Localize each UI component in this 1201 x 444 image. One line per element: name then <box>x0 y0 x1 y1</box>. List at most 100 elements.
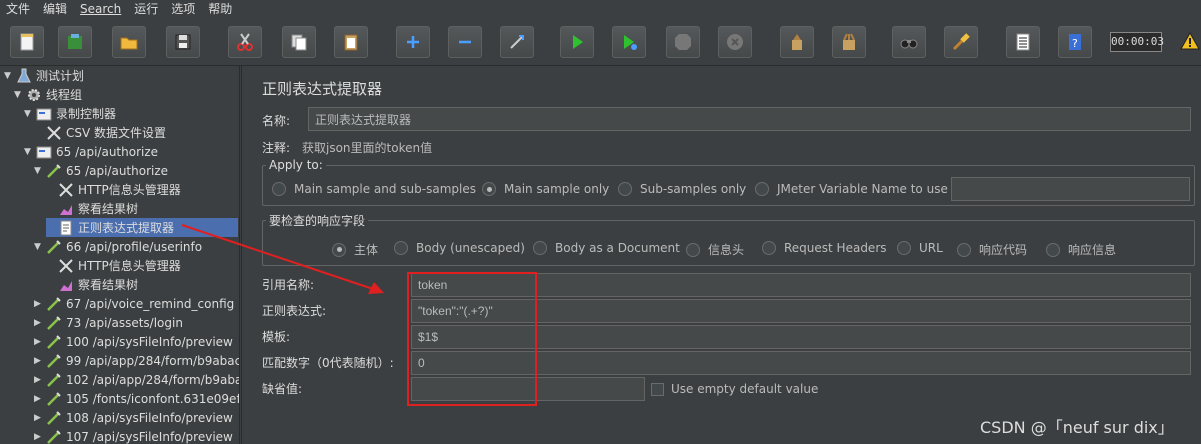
tree-item-sampler-105[interactable]: ▶ 105 /fonts/iconfont.631e09ef.w <box>34 389 239 408</box>
collapse-button[interactable] <box>448 26 482 58</box>
wrench-icon <box>58 258 74 274</box>
pipette-icon <box>46 353 62 369</box>
radio-response-code[interactable]: 响应代码 <box>957 241 1027 258</box>
regex-extractor-panel: 正则表达式提取器 名称: 注释: 获取json里面的token值 Apply t… <box>250 66 1201 444</box>
radio-label: JMeter Variable Name to use <box>777 182 948 196</box>
tree-item-sampler-100[interactable]: ▶ 100 /api/sysFileInfo/preview <box>34 332 233 351</box>
radio-dot-icon <box>533 241 547 255</box>
warning-icon[interactable] <box>1180 32 1200 50</box>
highlight-box <box>407 272 537 406</box>
new-button[interactable] <box>10 26 44 58</box>
menu-help[interactable]: 帮助 <box>202 0 239 18</box>
expanded-arrow-icon[interactable]: ▼ <box>24 109 34 119</box>
expanded-arrow-icon[interactable]: ▼ <box>14 90 24 100</box>
radio-label: Body (unescaped) <box>416 241 525 255</box>
radio-url[interactable]: URL <box>897 241 943 255</box>
tree-item-sampler-102[interactable]: ▶ 102 /api/app/284/form/b9abac <box>34 370 239 389</box>
radio-label: Body as a Document <box>555 241 680 255</box>
tree-item-results-tree[interactable]: 察看结果树 <box>46 199 138 218</box>
start-no-pause-button[interactable] <box>612 26 646 58</box>
clear-button[interactable] <box>780 26 814 58</box>
tree-item-label: 99 /api/app/284/form/b9abac6 <box>66 353 240 368</box>
menu-search[interactable]: Search <box>74 0 128 18</box>
tree-item-sampler-userinfo[interactable]: ▼ 66 /api/profile/userinfo <box>34 237 202 256</box>
use-empty-default-checkbox[interactable] <box>651 383 664 396</box>
search-button[interactable] <box>892 26 926 58</box>
radio-label: Request Headers <box>784 241 887 255</box>
function-helper-button[interactable] <box>1006 26 1040 58</box>
radio-headers[interactable]: 信息头 <box>686 241 744 258</box>
tree-item-header-manager[interactable]: HTTP信息头管理器 <box>46 180 181 199</box>
menu-options[interactable]: 选项 <box>165 0 202 18</box>
radio-label: URL <box>919 241 943 255</box>
default-value-label: 缺省值: <box>262 382 303 396</box>
collapsed-arrow-icon[interactable]: ▶ <box>34 299 44 309</box>
tree-item-sampler-authorize[interactable]: ▼ 65 /api/authorize <box>34 161 168 180</box>
tree-item-thread-group[interactable]: ▼ 线程组 <box>14 85 82 104</box>
copy-button[interactable] <box>282 26 316 58</box>
open-button[interactable] <box>112 26 146 58</box>
toggle-button[interactable] <box>500 26 534 58</box>
menu-bar: 文件 编辑 Search 运行 选项 帮助 <box>0 0 1201 18</box>
jmeter-variable-field[interactable] <box>951 177 1190 201</box>
template-label: 模板: <box>262 330 291 344</box>
paste-button[interactable] <box>334 26 368 58</box>
comment-field[interactable]: 获取json里面的token值 <box>302 139 432 156</box>
start-button[interactable] <box>560 26 594 58</box>
search-icon <box>900 39 918 49</box>
expanded-arrow-icon[interactable]: ▼ <box>24 147 34 157</box>
radio-label: Main sample only <box>504 182 610 196</box>
expand-button[interactable] <box>396 26 430 58</box>
radio-body-unescaped[interactable]: Body (unescaped) <box>394 241 525 255</box>
templates-button[interactable] <box>58 26 92 58</box>
tree-item-controller-authorize[interactable]: ▼ 65 /api/authorize <box>24 142 158 161</box>
radio-main-only[interactable]: Main sample only <box>482 182 609 196</box>
collapsed-arrow-icon[interactable]: ▶ <box>34 394 44 404</box>
tree-item-recording-controller[interactable]: ▼ 录制控制器 <box>24 104 116 123</box>
radio-jmeter-variable[interactable]: JMeter Variable Name to use <box>755 182 948 196</box>
tree-item-results-tree-2[interactable]: 察看结果树 <box>46 275 138 294</box>
expanded-arrow-icon[interactable]: ▼ <box>34 166 44 176</box>
collapsed-arrow-icon[interactable]: ▶ <box>34 337 44 347</box>
radio-request-headers[interactable]: Request Headers <box>762 241 887 255</box>
menu-run[interactable]: 运行 <box>128 0 165 18</box>
cut-button[interactable] <box>228 26 262 58</box>
radio-label: 信息头 <box>708 243 745 257</box>
radio-body-as-document[interactable]: Body as a Document <box>533 241 680 255</box>
tree-item-sampler-73[interactable]: ▶ 73 /api/assets/login <box>34 313 183 332</box>
radio-dot-icon <box>618 182 632 196</box>
expanded-arrow-icon[interactable]: ▼ <box>4 71 14 81</box>
help-button[interactable]: ? <box>1058 26 1092 58</box>
start-icon <box>573 35 583 49</box>
radio-main-and-sub[interactable]: Main sample and sub-samples <box>272 182 476 196</box>
name-label: 名称: <box>262 114 291 128</box>
name-field[interactable] <box>308 107 1191 131</box>
tree-item-header-manager-2[interactable]: HTTP信息头管理器 <box>46 256 181 275</box>
clear-all-button[interactable] <box>832 26 866 58</box>
tree-item-test-plan[interactable]: ▼ 测试计划 <box>4 66 84 85</box>
tree-item-sampler-107[interactable]: ▶ 107 /api/sysFileInfo/preview <box>34 427 233 444</box>
reset-search-button[interactable] <box>944 26 978 58</box>
menu-file[interactable]: 文件 <box>0 0 37 18</box>
menu-edit[interactable]: 编辑 <box>37 0 74 18</box>
save-button[interactable] <box>166 26 200 58</box>
collapsed-arrow-icon[interactable]: ▶ <box>34 375 44 385</box>
radio-response-message[interactable]: 响应信息 <box>1046 241 1116 258</box>
collapsed-arrow-icon[interactable]: ▶ <box>34 356 44 366</box>
radio-dot-icon <box>272 182 286 196</box>
shutdown-button[interactable] <box>718 26 752 58</box>
help-icon: ? <box>1069 34 1081 50</box>
tree-item-label: 73 /api/assets/login <box>66 315 183 330</box>
radio-dot-icon <box>394 241 408 255</box>
stop-button[interactable] <box>666 26 700 58</box>
collapsed-arrow-icon[interactable]: ▶ <box>34 413 44 423</box>
tree-item-label: HTTP信息头管理器 <box>78 183 181 197</box>
expanded-arrow-icon[interactable]: ▼ <box>34 242 44 252</box>
radio-sub-only[interactable]: Sub-samples only <box>618 182 746 196</box>
collapsed-arrow-icon[interactable]: ▶ <box>34 432 44 442</box>
collapsed-arrow-icon[interactable]: ▶ <box>34 318 44 328</box>
tree-item-csv-config[interactable]: CSV 数据文件设置 <box>34 123 166 142</box>
tree-item-sampler-108[interactable]: ▶ 108 /api/sysFileInfo/preview <box>34 408 233 427</box>
tree-item-sampler-99[interactable]: ▶ 99 /api/app/284/form/b9abac6 <box>34 351 240 370</box>
chart-icon <box>58 277 74 293</box>
